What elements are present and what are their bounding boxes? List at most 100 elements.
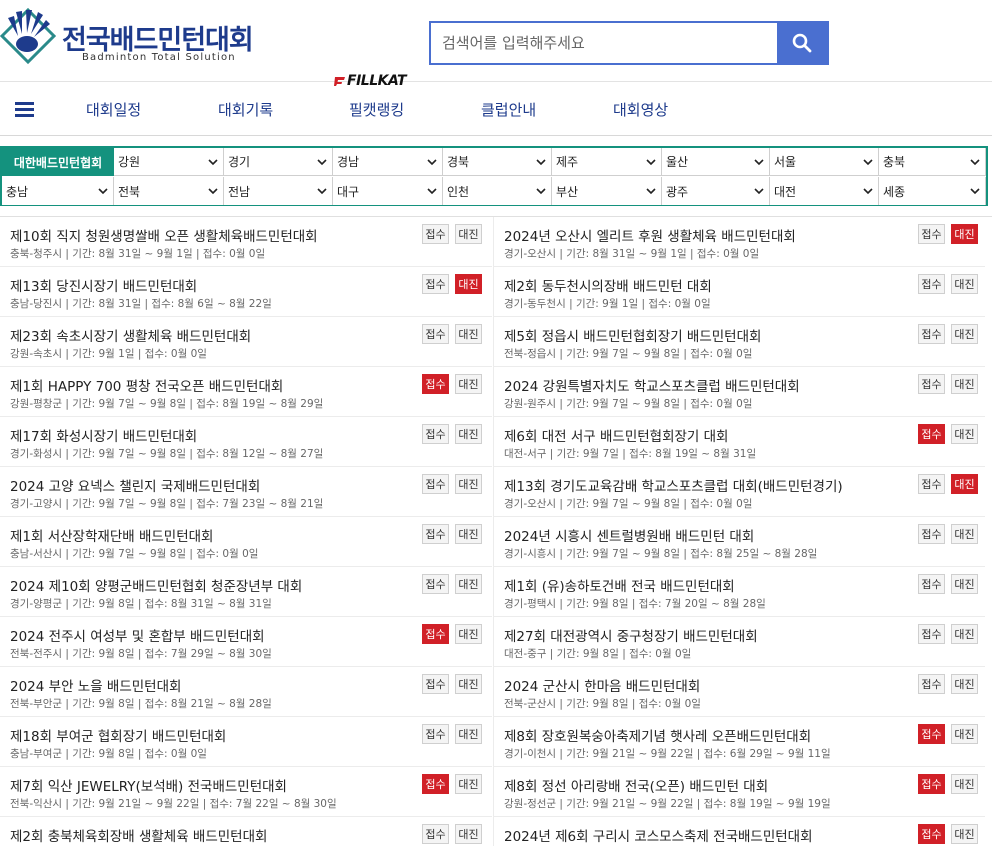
region-select[interactable]: 전남 <box>224 177 333 205</box>
region-select[interactable]: 인천 <box>443 177 552 205</box>
tournament-title[interactable]: 제23회 속초시장기 생활체육 배드민턴대회 <box>10 325 251 345</box>
nav-item-clubs[interactable]: 클럽안내 <box>481 99 536 120</box>
bracket-button[interactable]: 대진 <box>455 774 482 794</box>
apply-button[interactable]: 접수 <box>918 824 945 844</box>
region-select[interactable]: 제주 <box>552 148 662 176</box>
search-button[interactable] <box>777 23 827 63</box>
apply-button[interactable]: 접수 <box>918 774 945 794</box>
tournament-title[interactable]: 제17회 화성시장기 배드민턴대회 <box>10 425 197 445</box>
tournament-title[interactable]: 제2회 충북체육회장배 생활체육 배드민턴대회 <box>10 825 267 845</box>
apply-button[interactable]: 접수 <box>422 524 449 544</box>
tournament-title[interactable]: 제10회 직지 청원생명쌀배 오픈 생활체육배드민턴대회 <box>10 225 318 245</box>
bracket-button[interactable]: 대진 <box>455 274 482 294</box>
tournament-title[interactable]: 제2회 동두천시의장배 배드민턴 대회 <box>504 275 712 295</box>
association-label[interactable]: 대한배드민턴협회 <box>2 148 114 176</box>
region-select[interactable]: 세종 <box>879 177 986 205</box>
region-select[interactable]: 광주 <box>662 177 770 205</box>
bracket-button[interactable]: 대진 <box>951 274 978 294</box>
bracket-button[interactable]: 대진 <box>455 224 482 244</box>
search-input[interactable] <box>431 23 779 63</box>
region-select[interactable]: 전북 <box>114 177 224 205</box>
tournament-title[interactable]: 2024 군산시 한마음 배드민턴대회 <box>504 675 700 695</box>
apply-button[interactable]: 접수 <box>918 724 945 744</box>
apply-button[interactable]: 접수 <box>422 774 449 794</box>
apply-button[interactable]: 접수 <box>422 624 449 644</box>
apply-button[interactable]: 접수 <box>918 374 945 394</box>
logo[interactable]: 전국배드민턴대회 Badminton Total Solution <box>0 6 260 68</box>
bracket-button[interactable]: 대진 <box>951 424 978 444</box>
tournament-title[interactable]: 2024 강원특별자치도 학교스포츠클럽 배드민턴대회 <box>504 375 800 395</box>
apply-button[interactable]: 접수 <box>422 824 449 844</box>
apply-button[interactable]: 접수 <box>918 474 945 494</box>
bracket-button[interactable]: 대진 <box>455 474 482 494</box>
region-select[interactable]: 충북 <box>879 148 986 176</box>
bracket-button[interactable]: 대진 <box>455 624 482 644</box>
tournament-title[interactable]: 제27회 대전광역시 중구청장기 배드민턴대회 <box>504 625 758 645</box>
apply-button[interactable]: 접수 <box>422 374 449 394</box>
apply-button[interactable]: 접수 <box>918 324 945 344</box>
tournament-title[interactable]: 제18회 부여군 협회장기 배드민턴대회 <box>10 725 226 745</box>
region-select[interactable]: 경북 <box>443 148 552 176</box>
bracket-button[interactable]: 대진 <box>951 324 978 344</box>
bracket-button[interactable]: 대진 <box>455 424 482 444</box>
apply-button[interactable]: 접수 <box>422 574 449 594</box>
bracket-button[interactable]: 대진 <box>951 674 978 694</box>
region-select[interactable]: 강원 <box>114 148 224 176</box>
apply-button[interactable]: 접수 <box>918 574 945 594</box>
apply-button[interactable]: 접수 <box>918 274 945 294</box>
tournament-title[interactable]: 2024 고양 요넥스 챌린지 국제배드민턴대회 <box>10 475 260 495</box>
bracket-button[interactable]: 대진 <box>951 474 978 494</box>
tournament-title[interactable]: 2024 전주시 여성부 및 혼합부 배드민턴대회 <box>10 625 265 645</box>
region-select[interactable]: 대구 <box>333 177 443 205</box>
nav-item-ranking[interactable]: 필캣랭킹 <box>349 99 404 120</box>
apply-button[interactable]: 접수 <box>918 674 945 694</box>
region-select[interactable]: 서울 <box>770 148 879 176</box>
bracket-button[interactable]: 대진 <box>951 624 978 644</box>
bracket-button[interactable]: 대진 <box>455 324 482 344</box>
region-select[interactable]: 울산 <box>662 148 770 176</box>
region-select[interactable]: 대전 <box>770 177 879 205</box>
tournament-title[interactable]: 제8회 장호원복숭아축제기념 햇사레 오픈배드민턴대회 <box>504 725 811 745</box>
apply-button[interactable]: 접수 <box>422 324 449 344</box>
tournament-title[interactable]: 제8회 정선 아리랑배 전국(오픈) 배드민턴 대회 <box>504 775 768 795</box>
region-select[interactable]: 충남 <box>2 177 114 205</box>
apply-button[interactable]: 접수 <box>422 274 449 294</box>
apply-button[interactable]: 접수 <box>422 674 449 694</box>
tournament-title[interactable]: 2024 제10회 양평군배드민턴협회 청준장년부 대회 <box>10 575 302 595</box>
apply-button[interactable]: 접수 <box>918 424 945 444</box>
bracket-button[interactable]: 대진 <box>951 524 978 544</box>
apply-button[interactable]: 접수 <box>422 724 449 744</box>
tournament-title[interactable]: 제1회 서산장학재단배 배드민턴대회 <box>10 525 213 545</box>
tournament-title[interactable]: 제1회 (유)송하토건배 전국 배드민턴대회 <box>504 575 735 595</box>
bracket-button[interactable]: 대진 <box>951 824 978 844</box>
bracket-button[interactable]: 대진 <box>455 824 482 844</box>
apply-button[interactable]: 접수 <box>422 224 449 244</box>
bracket-button[interactable]: 대진 <box>951 574 978 594</box>
tournament-title[interactable]: 제7회 익산 JEWELRY(보석배) 전국배드민턴대회 <box>10 775 287 795</box>
bracket-button[interactable]: 대진 <box>455 574 482 594</box>
apply-button[interactable]: 접수 <box>918 624 945 644</box>
tournament-title[interactable]: 2024년 제6회 구리시 코스모스축제 전국배드민턴대회 <box>504 825 813 845</box>
bracket-button[interactable]: 대진 <box>951 374 978 394</box>
bracket-button[interactable]: 대진 <box>951 224 978 244</box>
bracket-button[interactable]: 대진 <box>455 524 482 544</box>
bracket-button[interactable]: 대진 <box>951 774 978 794</box>
apply-button[interactable]: 접수 <box>918 524 945 544</box>
bracket-button[interactable]: 대진 <box>455 724 482 744</box>
tournament-title[interactable]: 제6회 대전 서구 배드민턴협회장기 대회 <box>504 425 728 445</box>
nav-item-records[interactable]: 대회기록 <box>218 99 273 120</box>
apply-button[interactable]: 접수 <box>422 474 449 494</box>
region-select[interactable]: 경기 <box>224 148 333 176</box>
region-select[interactable]: 경남 <box>333 148 443 176</box>
bracket-button[interactable]: 대진 <box>455 374 482 394</box>
bracket-button[interactable]: 대진 <box>951 724 978 744</box>
tournament-title[interactable]: 제5회 정읍시 배드민턴협회장기 배드민턴대회 <box>504 325 761 345</box>
region-select[interactable]: 부산 <box>552 177 662 205</box>
tournament-title[interactable]: 2024년 오산시 엘리트 후원 생활체육 배드민턴대회 <box>504 225 796 245</box>
apply-button[interactable]: 접수 <box>422 424 449 444</box>
tournament-title[interactable]: 제13회 경기도교육감배 학교스포츠클럽 대회(배드민턴경기) <box>504 475 843 495</box>
tournament-title[interactable]: 제1회 HAPPY 700 평창 전국오픈 배드민턴대회 <box>10 375 283 395</box>
tournament-title[interactable]: 2024년 시흥시 센트럴병원배 배드민턴 대회 <box>504 525 754 545</box>
nav-item-schedule[interactable]: 대회일정 <box>86 99 141 120</box>
bracket-button[interactable]: 대진 <box>455 674 482 694</box>
